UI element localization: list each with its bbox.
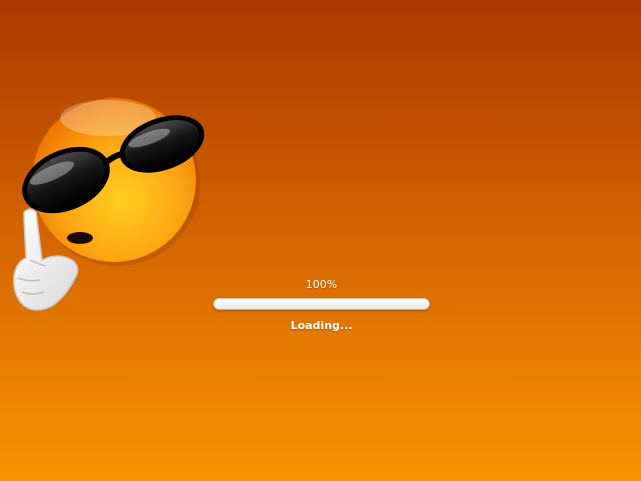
loading-indicator: 100% Loading...: [213, 276, 430, 340]
progress-percent-label: 100%: [305, 278, 338, 291]
splash-screen: 100% Loading...: [0, 0, 641, 481]
loading-status-label: Loading...: [290, 319, 353, 332]
progress-bar-fill: [213, 298, 430, 310]
cool-smiley-sunglasses-icon: [0, 88, 220, 328]
progress-bar: [213, 298, 430, 310]
